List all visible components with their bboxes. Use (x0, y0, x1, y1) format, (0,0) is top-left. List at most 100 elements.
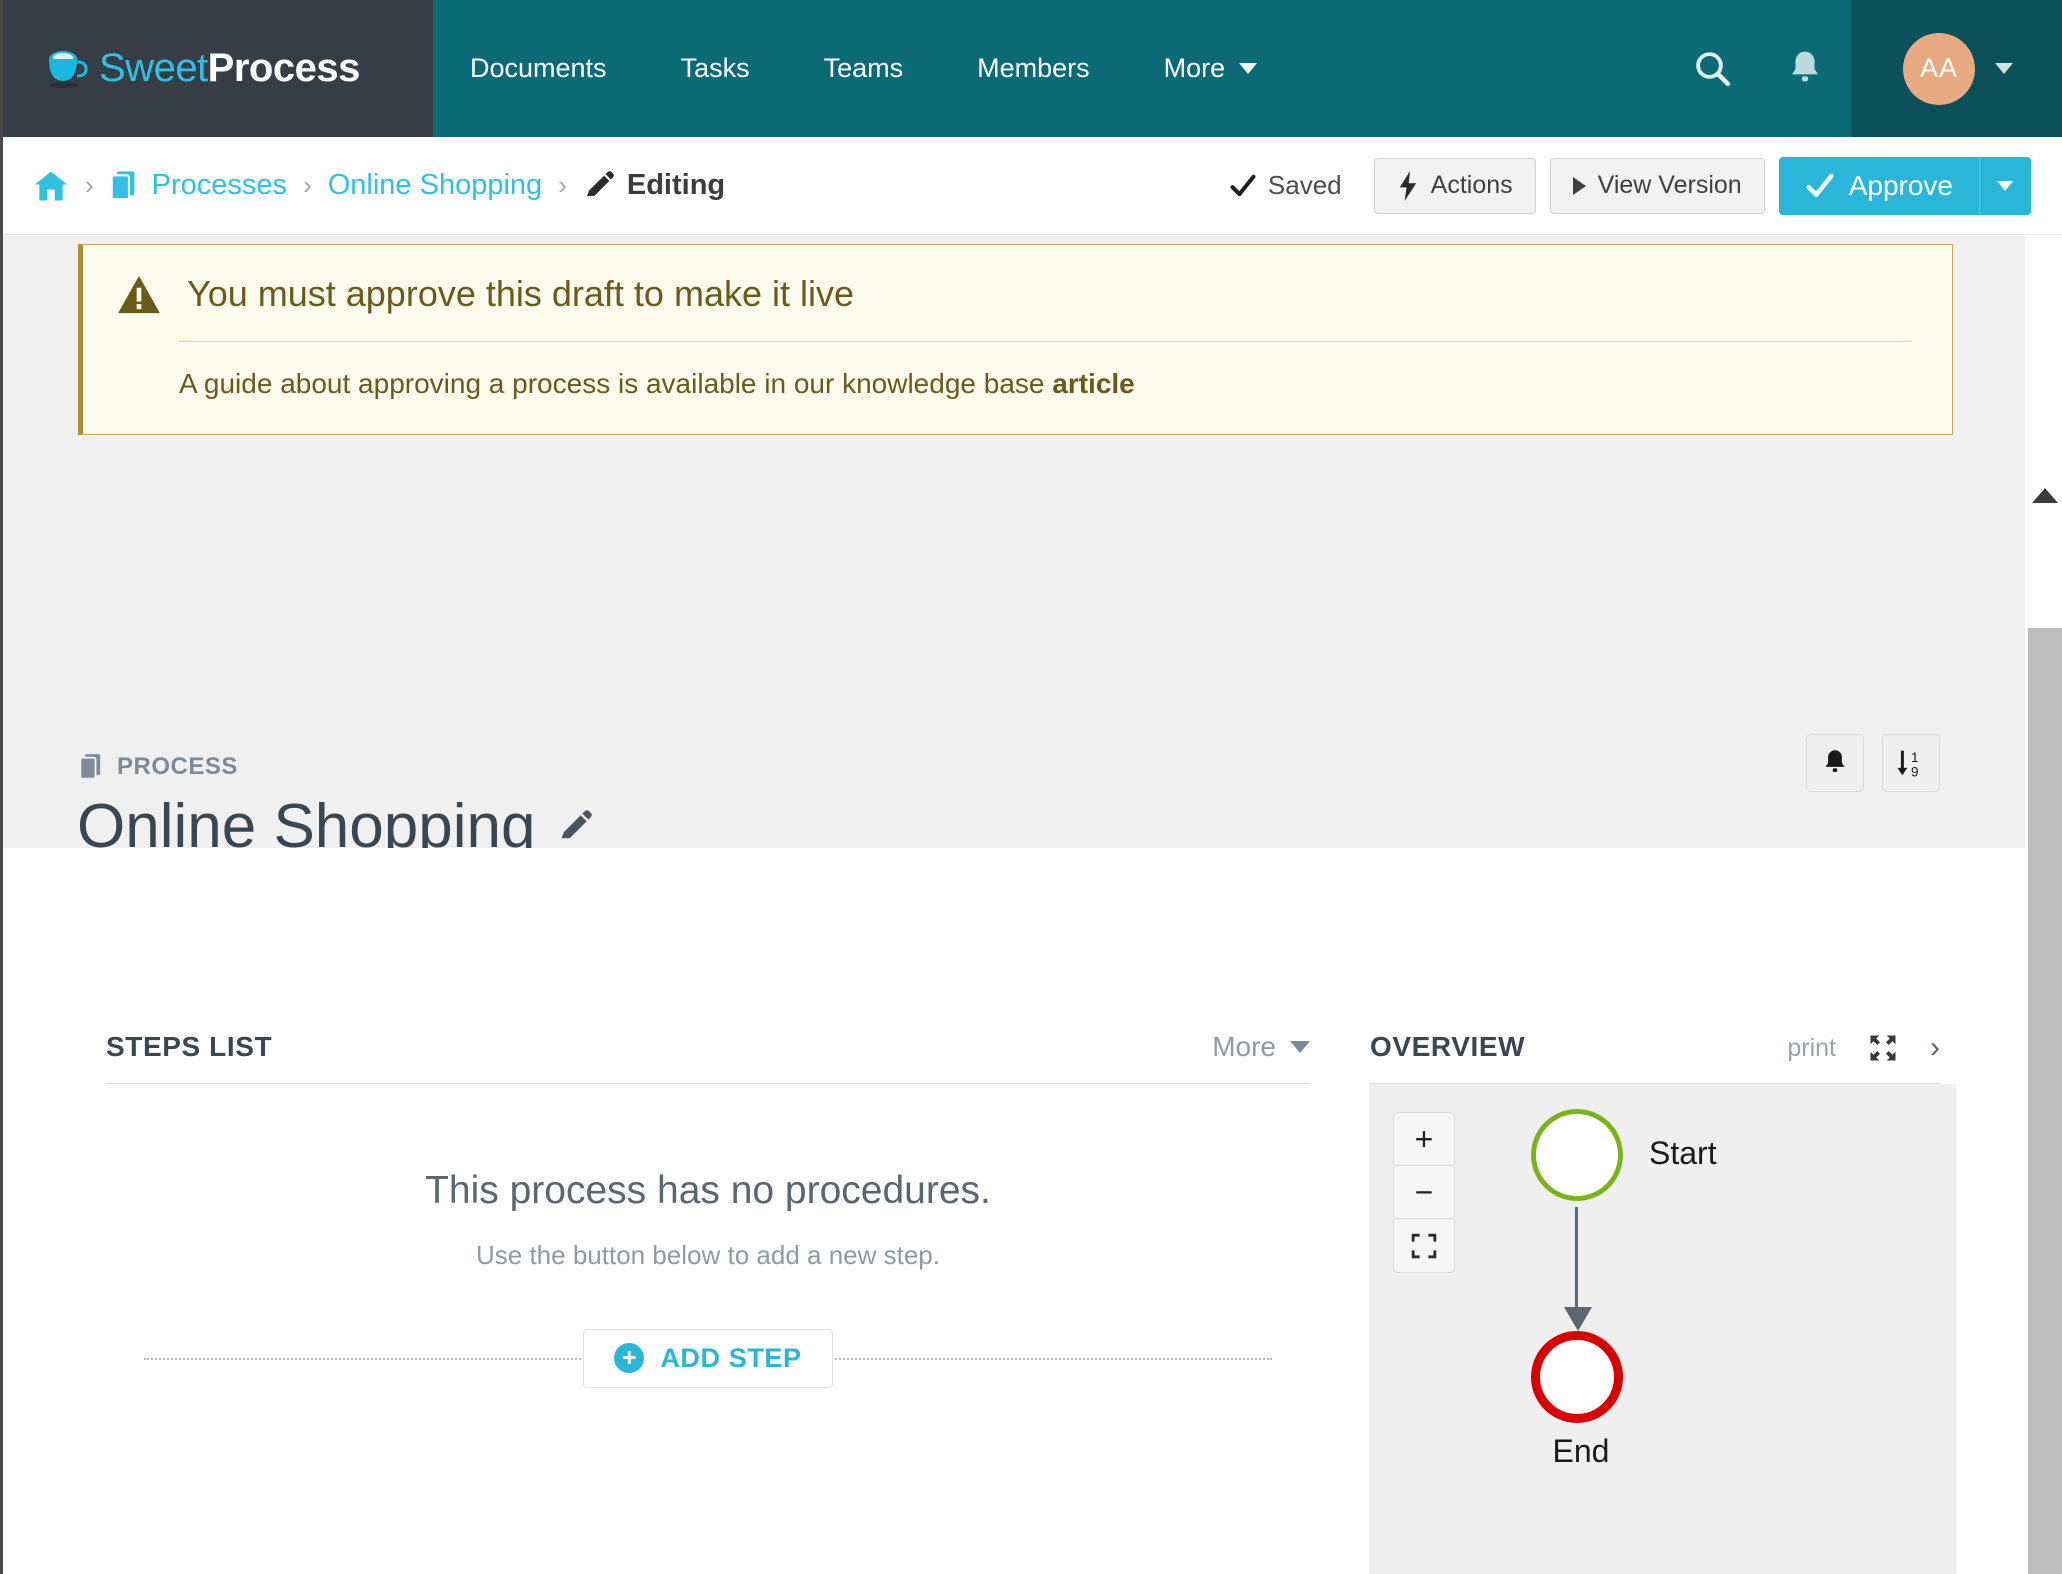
breadcrumb-separator: › (558, 170, 567, 200)
steps-list-more-label: More (1212, 1031, 1276, 1062)
flow-node-end-label: End (1552, 1433, 1610, 1469)
print-button[interactable]: print (1787, 1034, 1836, 1063)
breadcrumb: › Processes › Online Shopping › Editing (33, 169, 725, 202)
overview-panel: OVERVIEW print › + − Start End (1370, 1031, 1956, 1574)
nav-item-documents[interactable]: Documents (433, 0, 644, 137)
subscribe-button[interactable] (1806, 734, 1864, 792)
warning-triangle-icon (118, 275, 160, 314)
sort-button[interactable]: 1 9 (1882, 734, 1940, 792)
documents-icon (110, 170, 135, 200)
empty-state-title: This process has no procedures. (425, 1169, 991, 1212)
pencil-icon[interactable] (557, 809, 593, 845)
alert-title: You must approve this draft to make it l… (187, 273, 855, 314)
approval-alert: You must approve this draft to make it l… (78, 244, 1953, 435)
breadcrumb-separator: › (85, 170, 94, 200)
svg-text:9: 9 (1911, 765, 1919, 779)
page-header-region: You must approve this draft to make it l… (3, 236, 2028, 945)
brand-text-part1: Sweet (99, 46, 208, 90)
vertical-scrollbar-thumb[interactable] (2028, 628, 2062, 1574)
coffee-cup-icon (49, 50, 88, 88)
search-button[interactable] (1667, 0, 1759, 137)
nav-item-tasks[interactable]: Tasks (644, 0, 787, 137)
nav-links: Documents Tasks Teams Members More (433, 0, 1294, 137)
approve-dropdown-toggle[interactable] (1979, 156, 2031, 215)
alert-subtitle-text: A guide about approving a process is ava… (179, 368, 1053, 399)
brand-logo[interactable]: SweetProcess (3, 0, 433, 137)
plus-circle-icon: + (614, 1343, 645, 1373)
pencil-icon (586, 170, 614, 196)
actions-label: Actions (1430, 171, 1513, 199)
breadcrumb-label: Editing (626, 169, 726, 201)
chevron-right-icon[interactable]: › (1930, 1033, 1940, 1063)
header-icon-buttons: 1 9 (1806, 734, 1940, 792)
top-navbar: SweetProcess Documents Tasks Teams Membe… (3, 0, 2062, 137)
play-triangle-icon (1572, 176, 1586, 195)
flow-edge (1575, 1207, 1578, 1312)
alert-divider (179, 341, 1912, 342)
saved-label: Saved (1267, 170, 1342, 200)
home-icon (35, 170, 67, 201)
overview-diagram-canvas[interactable]: + − Start End (1370, 1084, 1956, 1574)
overview-title: OVERVIEW (1370, 1031, 1526, 1062)
steps-list-more-button[interactable]: More (1212, 1031, 1310, 1063)
view-version-label: View Version (1597, 171, 1742, 199)
flow-node-start-label: Start (1649, 1135, 1717, 1171)
steps-list-panel: STEPS LIST More This process has no proc… (106, 1031, 1310, 1389)
add-step-button[interactable]: + ADD STEP (583, 1328, 833, 1388)
breadcrumb-home[interactable] (33, 170, 69, 202)
breadcrumb-bar: › Processes › Online Shopping › Editing (3, 137, 2062, 235)
steps-list-header: STEPS LIST More (106, 1031, 1310, 1084)
add-step-label: ADD STEP (660, 1342, 802, 1373)
zoom-out-button[interactable]: − (1394, 1166, 1454, 1219)
nav-item-more[interactable]: More (1127, 0, 1295, 137)
caret-down-icon (1997, 180, 2013, 191)
flow-node-start[interactable] (1531, 1109, 1623, 1201)
flow-node-end[interactable] (1531, 1331, 1623, 1423)
approve-label: Approve (1848, 169, 1953, 201)
nav-right-group: AA (1667, 0, 2062, 137)
svg-text:1: 1 (1911, 750, 1919, 765)
alert-article-link[interactable]: article (1052, 368, 1135, 399)
steps-list-title: STEPS LIST (106, 1031, 273, 1062)
fit-screen-icon (1411, 1233, 1437, 1258)
process-kicker-label: PROCESS (117, 753, 238, 780)
saved-status: Saved (1229, 170, 1342, 201)
flow-edge-arrowhead-icon (1564, 1307, 1592, 1331)
notifications-button[interactable] (1759, 0, 1851, 137)
avatar: AA (1903, 32, 1975, 105)
brand-text: SweetProcess (99, 46, 360, 91)
add-step-row: + ADD STEP (106, 1327, 1310, 1389)
breadcrumb-item-processes[interactable]: Processes (110, 169, 287, 202)
breadcrumb-separator: › (303, 170, 312, 200)
nav-item-members[interactable]: Members (940, 0, 1127, 137)
search-icon (1696, 51, 1731, 86)
check-icon (1230, 174, 1256, 196)
breadcrumb-label: Processes (151, 169, 288, 201)
chevron-down-icon (1290, 1041, 1310, 1053)
breadcrumb-label: Online Shopping (327, 169, 543, 201)
breadcrumb-item-online-shopping[interactable]: Online Shopping (328, 169, 542, 202)
alert-subtitle: A guide about approving a process is ava… (179, 368, 1912, 400)
approve-button[interactable]: Approve (1778, 156, 1979, 215)
zoom-controls: + − (1393, 1112, 1455, 1273)
actions-button[interactable]: Actions (1373, 157, 1536, 214)
bell-icon (1792, 51, 1818, 81)
documents-icon (79, 754, 101, 780)
vertical-scrollbar-track[interactable] (2025, 236, 2062, 1574)
process-kicker: PROCESS (79, 753, 238, 781)
account-menu[interactable]: AA (1851, 0, 2062, 137)
view-version-button[interactable]: View Version (1549, 157, 1765, 214)
fit-screen-button[interactable] (1394, 1219, 1454, 1272)
brand-text-part2: Process (207, 46, 361, 90)
sort-numeric-icon: 1 9 (1897, 750, 1919, 779)
bell-icon (1825, 750, 1845, 772)
empty-state-subtitle: Use the button below to add a new step. (476, 1240, 940, 1270)
scroll-up-arrow-icon[interactable] (2032, 488, 2058, 503)
process-flow-diagram: Start End (1531, 1109, 1717, 1469)
expand-arrows-icon[interactable] (1868, 1033, 1898, 1063)
nav-item-teams[interactable]: Teams (787, 0, 941, 137)
bolt-icon (1399, 170, 1416, 201)
document-toolbar: Saved Actions View Version Approve (1229, 156, 2031, 215)
zoom-in-button[interactable]: + (1394, 1113, 1454, 1166)
chevron-down-icon (1239, 63, 1258, 74)
